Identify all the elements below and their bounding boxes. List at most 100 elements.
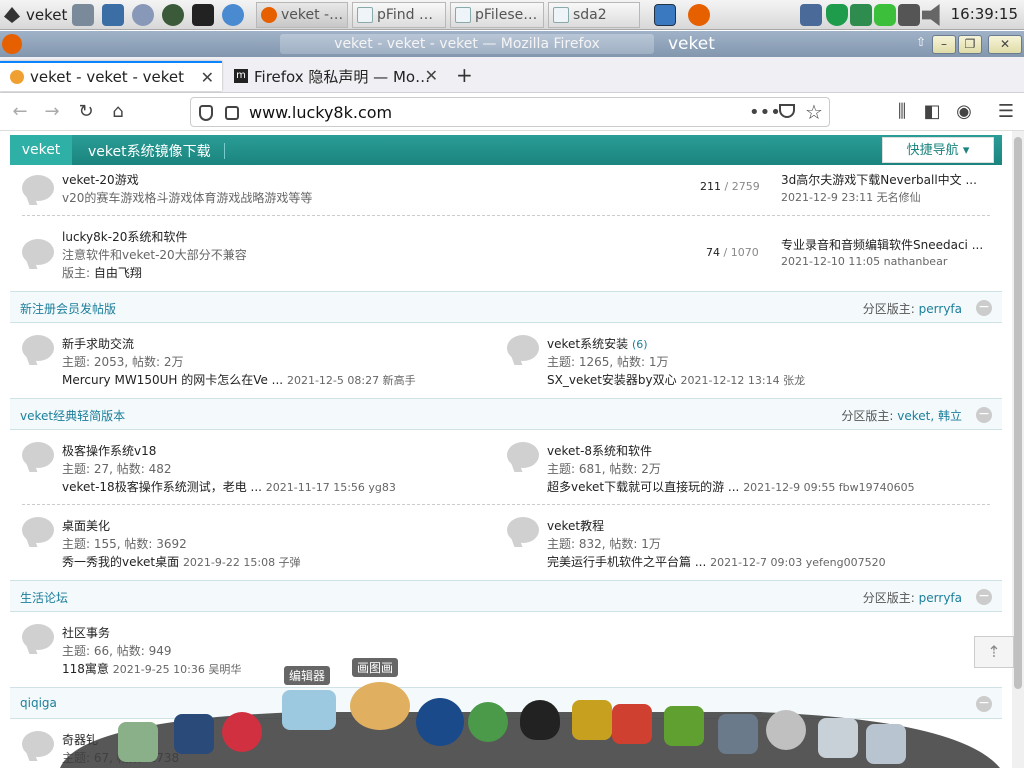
forum-name[interactable]: lucky8k-20系统和软件 [62, 228, 187, 245]
monitor-icon[interactable] [174, 714, 214, 754]
section-title[interactable]: 生活论坛 [20, 589, 68, 606]
back-to-top-button[interactable]: ⇡ [974, 636, 1014, 668]
moderator-name[interactable]: 自由飞翔 [94, 266, 142, 280]
new-tab-icon[interactable]: + [456, 63, 473, 87]
drive-icon[interactable] [874, 4, 896, 26]
last-post-title[interactable]: 3d高尔夫游戏下载Neverball中文 ... [781, 171, 977, 188]
editor-icon[interactable] [282, 690, 336, 730]
forum-name[interactable]: veket-8系统和软件 [547, 442, 652, 459]
help-icon[interactable] [664, 706, 704, 746]
last-post-meta: 2021-12-9 23:11 无名修仙 [781, 191, 921, 204]
firefox-tray-icon[interactable] [688, 4, 710, 26]
back-icon[interactable]: ← [8, 100, 32, 124]
page-scrollbar[interactable] [1012, 131, 1024, 768]
tray-icon[interactable] [718, 714, 758, 754]
last-post-title[interactable]: 超多veket下载就可以直接玩的游 ... [547, 480, 739, 494]
forum-last-post: Mercury MW150UH 的网卡怎么在Ve ... 2021-12-5 0… [62, 371, 416, 388]
book-icon[interactable] [572, 700, 612, 740]
window-title: veket - veket - veket — Mozilla Firefox [280, 34, 654, 54]
forum-name[interactable]: veket-20游戏 [62, 171, 139, 188]
scrollbar-thumb[interactable] [1014, 137, 1022, 689]
start-menu-label: veket [26, 6, 68, 24]
section-title[interactable]: qiqiga [20, 696, 57, 710]
task-pfilesearch[interactable]: pFilese… [450, 2, 544, 28]
section-header: 新注册会员发帖版 分区版主: perryfa − [10, 291, 1002, 323]
last-post-title[interactable]: 完美运行手机软件之平台篇 ... [547, 555, 706, 569]
home-link[interactable]: veket [10, 135, 72, 165]
maximize-button[interactable]: ❐ [958, 35, 982, 54]
forum-name[interactable]: veket教程 [547, 517, 604, 534]
play-icon[interactable] [162, 4, 184, 26]
shield-icon[interactable] [826, 4, 848, 26]
page-actions-icon[interactable]: ••• [749, 102, 781, 123]
forum-stats: 主题: 832, 帖数: 1万 [547, 537, 661, 551]
volume-icon[interactable] [922, 4, 940, 26]
account-icon[interactable]: ◉ [952, 100, 976, 124]
quick-nav-button[interactable]: 快捷导航 ▾ [882, 137, 994, 163]
start-menu-button[interactable]: veket [4, 3, 67, 27]
last-post-title[interactable]: SX_veket安装器by双心 [547, 373, 677, 387]
system-monitor-icon[interactable] [102, 4, 124, 26]
forum-name[interactable]: 极客操作系统v18 [62, 442, 156, 459]
collapse-icon[interactable]: − [976, 589, 992, 605]
url-bar[interactable]: www.lucky8k.com ••• ☆ [190, 97, 830, 127]
task-sda2[interactable]: sda2 [548, 2, 640, 28]
search-icon[interactable] [818, 718, 858, 758]
desktop-switch-icon[interactable] [654, 4, 676, 26]
hedgehog-icon[interactable] [222, 712, 262, 752]
paint-icon[interactable] [350, 682, 410, 730]
task-firefox[interactable]: veket -… [256, 2, 348, 28]
security-icon[interactable] [850, 4, 872, 26]
sidebar-icon[interactable]: ◧ [920, 100, 944, 124]
forum-name[interactable]: 桌面美化 [62, 517, 110, 534]
keyboard-icon[interactable] [898, 4, 920, 26]
section-title[interactable]: veket经典轻简版本 [20, 407, 125, 424]
home-icon[interactable]: ⌂ [106, 100, 130, 124]
last-post-title[interactable]: 秀一秀我的veket桌面 [62, 555, 179, 569]
collapse-icon[interactable]: − [976, 300, 992, 316]
close-button[interactable]: ✕ [988, 35, 1022, 54]
pocket-icon[interactable] [779, 104, 795, 118]
moderator-name[interactable]: perryfa [919, 302, 962, 316]
forum-name-link[interactable]: veket系统安装 [547, 337, 628, 351]
settings-gear-icon[interactable] [766, 710, 806, 750]
globe-icon[interactable] [222, 4, 244, 26]
tab-veket[interactable]: veket - veket - veket ✕ [0, 61, 222, 91]
collapse-icon[interactable]: − [976, 407, 992, 423]
settings-icon[interactable] [132, 4, 154, 26]
magnifier-icon[interactable] [866, 724, 906, 764]
media-player-icon[interactable] [416, 698, 464, 746]
task-pfind[interactable]: pFind … [352, 2, 446, 28]
mirror-download-link[interactable]: veket系统镜像下载 [88, 141, 211, 161]
minimize-button[interactable]: – [932, 35, 956, 54]
qq-penguin-icon[interactable] [520, 700, 560, 740]
chart-icon[interactable] [612, 704, 652, 744]
last-post-title[interactable]: 专业录音和音频编辑软件Sneedaci ... [781, 236, 983, 253]
section-title[interactable]: 新注册会员发帖版 [20, 300, 116, 317]
last-post-title[interactable]: Mercury MW150UH 的网卡怎么在Ve ... [62, 373, 283, 387]
moderator-name[interactable]: perryfa [919, 591, 962, 605]
arrow-up-icon[interactable]: ⇧ [916, 35, 926, 49]
tab-privacy[interactable]: m Firefox 隐私声明 — Mo… ✕ [224, 61, 446, 91]
bookmark-star-icon[interactable]: ☆ [805, 100, 823, 124]
last-post-title[interactable]: 118寓意 [62, 662, 109, 676]
forward-icon[interactable]: → [40, 100, 64, 124]
close-tab-icon[interactable]: ✕ [425, 66, 438, 85]
file-manager-icon[interactable] [118, 722, 158, 762]
terminal-icon[interactable] [192, 4, 214, 26]
network-icon[interactable] [800, 4, 822, 26]
collapse-icon[interactable]: − [976, 696, 992, 712]
forum-status-icon [507, 442, 539, 468]
library-icon[interactable]: ⫼ [890, 100, 914, 124]
close-tab-icon[interactable]: ✕ [201, 68, 214, 87]
menu-icon[interactable]: ☰ [994, 100, 1018, 124]
window-titlebar[interactable]: veket - veket - veket — Mozilla Firefox … [0, 31, 1024, 57]
reload-icon[interactable]: ↻ [74, 100, 98, 124]
user-icon[interactable] [468, 702, 508, 742]
forum-name[interactable]: 新手求助交流 [62, 335, 134, 352]
forum-name[interactable]: 奇器钆 [62, 731, 98, 748]
last-post-title[interactable]: veket-18极客操作系统测试，老电 ... [62, 480, 262, 494]
hammer-icon[interactable] [72, 4, 94, 26]
moderator-name[interactable]: veket, 韩立 [897, 409, 962, 423]
forum-name[interactable]: 社区事务 [62, 624, 110, 641]
